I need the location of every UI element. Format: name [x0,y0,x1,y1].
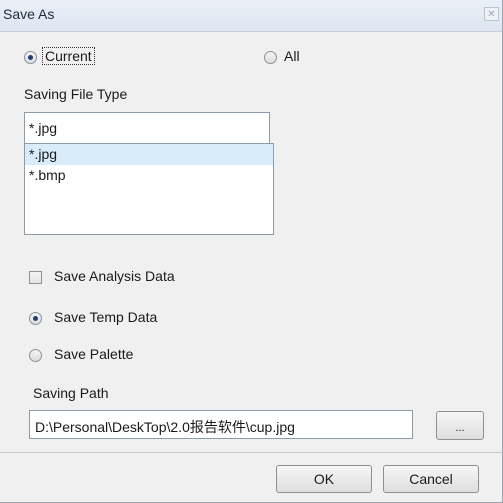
list-item-bmp[interactable]: *.bmp [25,165,273,186]
saving-path-value: D:\Personal\DeskTop\2.0报告软件\cup.jpg [35,419,295,435]
save-analysis-data-checkbox[interactable] [29,271,42,284]
list-item-jpg[interactable]: *.jpg [25,144,273,165]
radio-all[interactable] [264,51,277,64]
radio-save-temp-data[interactable] [29,312,42,325]
save-palette-label[interactable]: Save Palette [54,346,133,362]
radio-all-label[interactable]: All [284,48,300,64]
saving-path-label: Saving Path [33,385,109,401]
browse-button[interactable]: ... [436,411,484,440]
file-type-value: *.jpg [29,120,58,136]
dialog-title: Save As [3,6,55,22]
radio-current[interactable] [24,51,37,64]
radio-current-label[interactable]: Current [42,47,95,65]
file-type-label: Saving File Type [24,86,128,102]
save-as-dialog: Save As ✕ Current All Saving File Type *… [0,0,503,503]
title-bar: Save As ✕ [0,0,502,32]
save-analysis-data-label[interactable]: Save Analysis Data [54,268,175,284]
save-temp-data-label[interactable]: Save Temp Data [54,309,157,325]
file-type-field[interactable]: *.jpg [24,112,270,144]
file-type-list[interactable]: *.jpg *.bmp [24,143,274,235]
ok-button[interactable]: OK [276,465,372,493]
cancel-button[interactable]: Cancel [383,465,479,493]
close-icon[interactable]: ✕ [484,7,499,21]
radio-save-palette[interactable] [29,349,42,362]
saving-path-input[interactable]: D:\Personal\DeskTop\2.0报告软件\cup.jpg [29,410,413,439]
footer-divider [0,452,502,453]
